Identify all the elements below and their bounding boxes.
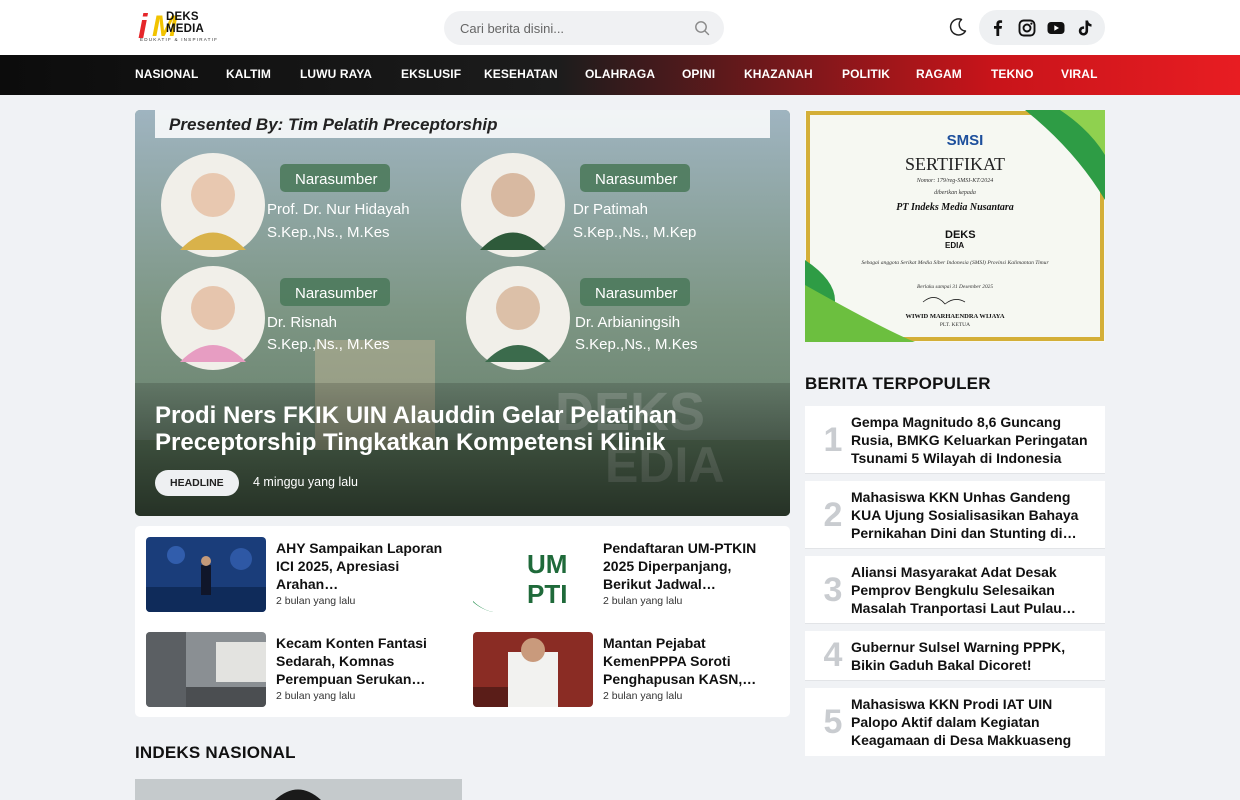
index-news-thumbnail[interactable] <box>135 779 462 800</box>
popular-title[interactable]: Mahasiswa KKN Unhas Gandeng KUA Ujung So… <box>851 488 1099 542</box>
cert-given: diberikan kepada <box>934 190 976 196</box>
instagram-icon[interactable] <box>1017 18 1037 38</box>
section-title-indeks-nasional: INDEKS NASIONAL <box>135 743 296 762</box>
popular-title[interactable]: Gubernur Sulsel Warning PPPK, Bikin Gadu… <box>851 638 1099 692</box>
speaker-1-name: Prof. Dr. Nur Hidayah <box>267 201 410 218</box>
search-input[interactable] <box>460 19 680 37</box>
section-title-berita-terpopuler: BERITA TERPOPULER <box>805 374 991 393</box>
news-title[interactable]: Mantan Pejabat KemenPPPA Soroti Penghapu… <box>603 634 775 688</box>
speaker-4-title: S.Kep.,Ns., M.Kes <box>575 336 698 353</box>
search-box <box>444 11 724 45</box>
svg-text:DEKS: DEKS <box>945 229 976 241</box>
smsi-certificate-banner[interactable]: SMSI SERTIFIKAT Nomor: 179/reg-SMSI-KT/2… <box>805 110 1105 342</box>
nav-item-nasional[interactable]: NASIONAL <box>135 67 198 81</box>
popular-rank: 5 <box>823 703 843 741</box>
cert-heading: SERTIFIKAT <box>905 154 1005 174</box>
popular-rank: 4 <box>823 636 843 674</box>
hero-category-badge[interactable]: HEADLINE <box>155 470 239 496</box>
popular-title[interactable]: Gempa Magnitudo 8,6 Guncang Rusia, BMKG … <box>851 413 1099 467</box>
nav-item-olahraga[interactable]: OLAHRAGA <box>585 67 655 81</box>
news-card[interactable]: UM PTI Pendaftaran UM-PTKIN 2025 Diperpa… <box>473 537 783 612</box>
speaker-2-label: Narasumber <box>595 171 678 188</box>
speaker-4-label: Narasumber <box>595 285 678 302</box>
news-thumbnail <box>146 632 266 707</box>
news-thumbnail <box>146 537 266 612</box>
cert-company: PT Indeks Media Nusantara <box>896 202 1014 213</box>
nav-item-luwu-raya[interactable]: LUWU RAYA <box>300 67 372 81</box>
popular-item[interactable]: 2 Mahasiswa KKN Unhas Gandeng KUA Ujung … <box>805 481 1105 549</box>
cert-valid: Berlaku sampai 31 Desember 2025 <box>917 284 993 290</box>
youtube-icon[interactable] <box>1046 18 1066 38</box>
top-header: i M DEKS MEDIA EDUKATIF & INSPIRATIF <box>0 0 1240 55</box>
speaker-3-name: Dr. Risnah <box>267 314 337 331</box>
nav-item-opini[interactable]: OPINI <box>682 67 715 81</box>
dark-mode-moon-icon[interactable] <box>947 16 969 38</box>
news-grid: AHY Sampaikan Laporan ICI 2025, Apresias… <box>135 526 790 717</box>
popular-item[interactable]: 3 Aliansi Masyarakat Adat Desak Pemprov … <box>805 556 1105 624</box>
popular-title[interactable]: Aliansi Masyarakat Adat Desak Pemprov Be… <box>851 563 1099 617</box>
nav-item-kesehatan[interactable]: KESEHATAN <box>484 67 558 81</box>
news-card[interactable]: Kecam Konten Fantasi Sedarah, Komnas Per… <box>146 632 456 707</box>
hero-timestamp: 4 minggu yang lalu <box>253 475 358 489</box>
popular-rank: 2 <box>823 496 843 534</box>
speaker-4-name: Dr. Arbianingsih <box>575 314 680 331</box>
popular-title[interactable]: Mahasiswa KKN Prodi IAT UIN Palopo Aktif… <box>851 695 1099 749</box>
nav-item-khazanah[interactable]: KHAZANAH <box>744 67 813 81</box>
news-card[interactable]: AHY Sampaikan Laporan ICI 2025, Apresias… <box>146 537 456 612</box>
popular-item[interactable]: 1 Gempa Magnitudo 8,6 Guncang Rusia, BMK… <box>805 406 1105 474</box>
speaker-2-title: S.Kep.,Ns., M.Kep <box>573 224 696 241</box>
svg-text:PTI: PTI <box>527 579 567 609</box>
news-title[interactable]: Pendaftaran UM-PTKIN 2025 Diperpanjang, … <box>603 539 775 593</box>
nav-item-kaltim[interactable]: KALTIM <box>226 67 271 81</box>
nav-item-politik[interactable]: POLITIK <box>842 67 890 81</box>
news-thumbnail <box>473 632 593 707</box>
hero-title[interactable]: Prodi Ners FKIK UIN Alauddin Gelar Pelat… <box>155 402 765 456</box>
nav-item-tekno[interactable]: TEKNO <box>991 67 1034 81</box>
logo-tagline: EDUKATIF & INSPIRATIF <box>140 37 219 42</box>
cert-org: SMSI <box>947 132 984 149</box>
nav-item-ekslusif[interactable]: EKSLUSIF <box>401 67 461 81</box>
speaker-3-title: S.Kep.,Ns., M.Kes <box>267 336 390 353</box>
cert-signer-title: PLT. KETUA <box>940 322 970 328</box>
cert-number: Nomor: 179/reg-SMSI-KT/2024 <box>916 177 994 184</box>
news-timestamp: 2 bulan yang lalu <box>276 690 356 702</box>
popular-rank: 3 <box>823 571 843 609</box>
facebook-icon[interactable] <box>988 18 1008 38</box>
news-timestamp: 2 bulan yang lalu <box>276 595 356 607</box>
hero-image-presented: Presented By: Tim Pelatih Preceptorship <box>169 115 497 134</box>
news-timestamp: 2 bulan yang lalu <box>603 595 683 607</box>
nav-item-viral[interactable]: VIRAL <box>1061 67 1098 81</box>
social-links <box>979 10 1105 45</box>
headline-hero[interactable]: Presented By: Tim Pelatih Preceptorship … <box>135 110 790 516</box>
news-card[interactable]: Mantan Pejabat KemenPPPA Soroti Penghapu… <box>473 632 783 707</box>
svg-text:EDIA: EDIA <box>945 241 964 250</box>
speaker-3-label: Narasumber <box>295 285 378 302</box>
popular-item[interactable]: 5 Mahasiswa KKN Prodi IAT UIN Palopo Akt… <box>805 688 1105 756</box>
main-nav: NASIONAL KALTIM LUWU RAYA EKSLUSIF KESEH… <box>0 55 1240 95</box>
news-timestamp: 2 bulan yang lalu <box>603 690 683 702</box>
certificate-image: SMSI SERTIFIKAT Nomor: 179/reg-SMSI-KT/2… <box>805 110 1105 342</box>
nav-item-ragam[interactable]: RAGAM <box>916 67 962 81</box>
news-title[interactable]: Kecam Konten Fantasi Sedarah, Komnas Per… <box>276 634 448 688</box>
news-title[interactable]: AHY Sampaikan Laporan ICI 2025, Apresias… <box>276 539 448 593</box>
popular-rank: 1 <box>823 421 843 459</box>
cert-member: Sebagai anggota Serikat Media Siber Indo… <box>861 259 1049 266</box>
news-thumbnail: UM PTI <box>473 537 593 612</box>
logo-text: DEKS MEDIA <box>166 11 205 35</box>
speaker-1-label: Narasumber <box>295 171 378 188</box>
popular-item[interactable]: 4 Gubernur Sulsel Warning PPPK, Bikin Ga… <box>805 631 1105 681</box>
site-logo[interactable]: i M DEKS MEDIA EDUKATIF & INSPIRATIF <box>138 9 217 45</box>
svg-text:UM: UM <box>527 549 567 579</box>
speaker-2-name: Dr Patimah <box>573 201 648 218</box>
cert-signer: WIWID MARHAENDRA WIJAYA <box>905 313 1004 320</box>
tiktok-icon[interactable] <box>1075 18 1095 38</box>
search-icon[interactable] <box>694 20 710 36</box>
speaker-1-title: S.Kep.,Ns., M.Kes <box>267 224 390 241</box>
